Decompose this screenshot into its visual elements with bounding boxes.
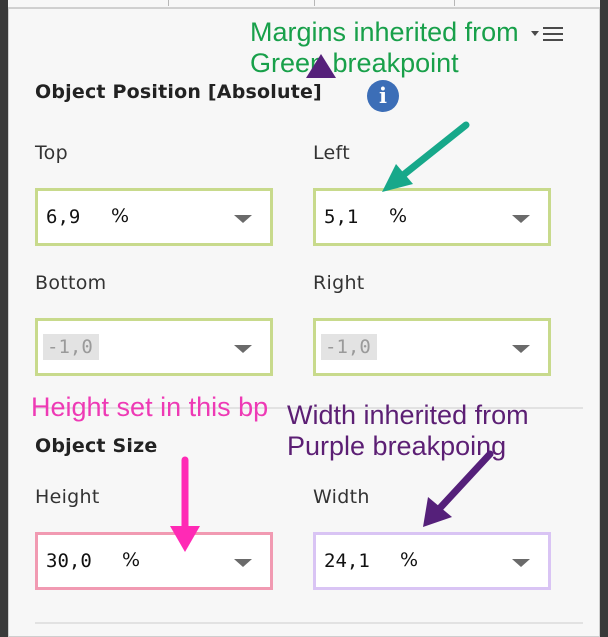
magenta-arrowhead bbox=[170, 526, 200, 552]
teal-arrow-shaft bbox=[398, 121, 470, 180]
purple-arrow-shaft bbox=[436, 450, 494, 512]
annotation-arrows bbox=[170, 54, 494, 552]
purple-arrowhead bbox=[306, 54, 336, 78]
